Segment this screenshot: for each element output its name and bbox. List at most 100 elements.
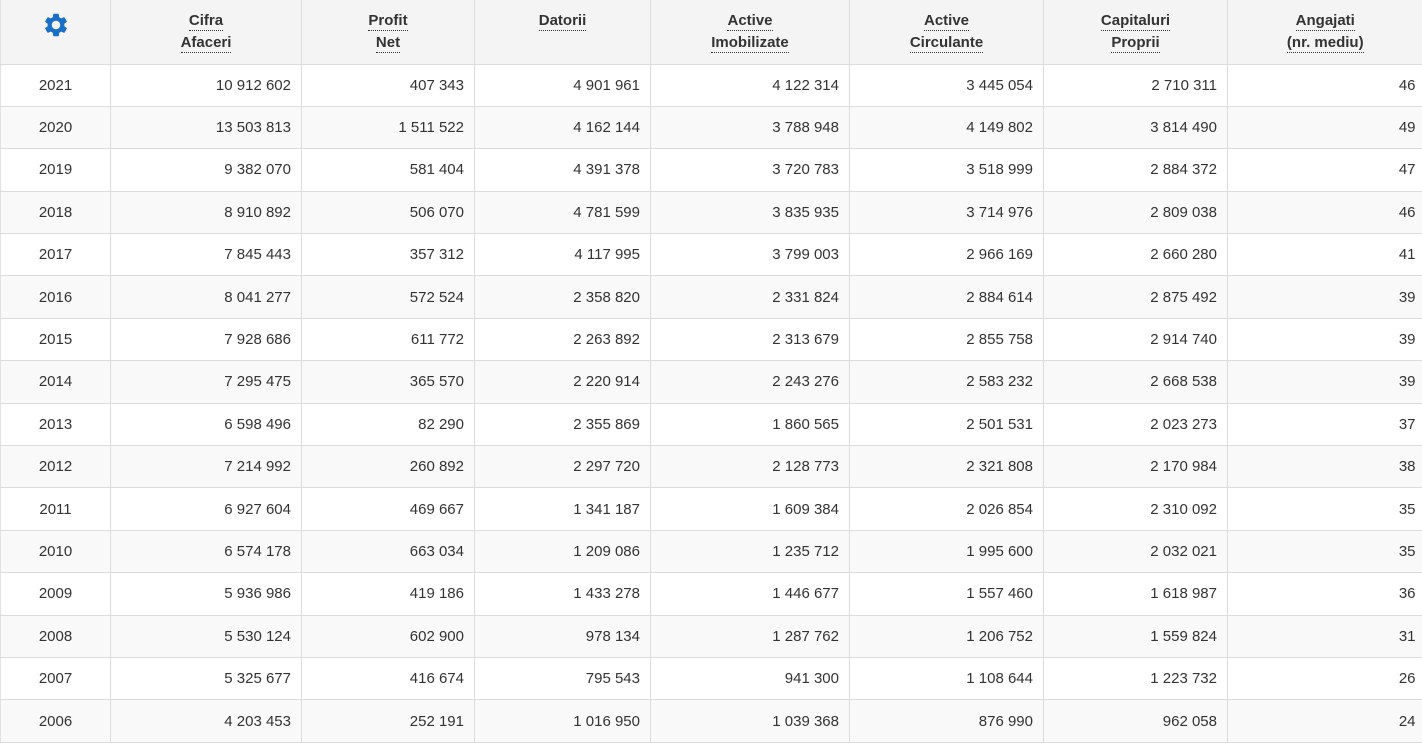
value-cell: 2 966 169 (850, 234, 1044, 276)
value-cell: 1 235 712 (651, 530, 850, 572)
value-cell: 46 (1228, 64, 1422, 106)
year-cell: 2021 (1, 64, 111, 106)
table-row: 202013 503 8131 511 5224 162 1443 788 94… (1, 106, 1422, 148)
year-cell: 2011 (1, 488, 111, 530)
year-cell: 2009 (1, 573, 111, 615)
value-cell: 1 609 384 (651, 488, 850, 530)
value-cell: 1 016 950 (475, 700, 651, 742)
value-cell: 6 574 178 (111, 530, 302, 572)
column-header[interactable]: Profit Net (302, 0, 475, 64)
value-cell: 10 912 602 (111, 64, 302, 106)
table-row: 20075 325 677416 674795 543941 3001 108 … (1, 657, 1422, 699)
value-cell: 1 108 644 (850, 657, 1044, 699)
value-cell: 2 032 021 (1044, 530, 1228, 572)
table-row: 20085 530 124602 900978 1341 287 7621 20… (1, 615, 1422, 657)
value-cell: 416 674 (302, 657, 475, 699)
value-cell: 6 927 604 (111, 488, 302, 530)
year-cell: 2010 (1, 530, 111, 572)
table-row: 20177 845 443357 3124 117 9953 799 0032 … (1, 234, 1422, 276)
value-cell: 4 203 453 (111, 700, 302, 742)
value-cell: 357 312 (302, 234, 475, 276)
value-cell: 795 543 (475, 657, 651, 699)
year-cell: 2016 (1, 276, 111, 318)
value-cell: 37 (1228, 403, 1422, 445)
column-header[interactable]: Active Imobilizate (651, 0, 850, 64)
table-row: 20147 295 475365 5702 220 9142 243 2762 … (1, 361, 1422, 403)
table-row: 20095 936 986419 1861 433 2781 446 6771 … (1, 573, 1422, 615)
value-cell: 602 900 (302, 615, 475, 657)
value-cell: 5 325 677 (111, 657, 302, 699)
value-cell: 1 618 987 (1044, 573, 1228, 615)
column-header[interactable]: Datorii (475, 0, 651, 64)
value-cell: 2 321 808 (850, 446, 1044, 488)
value-cell: 506 070 (302, 191, 475, 233)
value-cell: 2 809 038 (1044, 191, 1228, 233)
value-cell: 7 928 686 (111, 318, 302, 360)
value-cell: 8 910 892 (111, 191, 302, 233)
column-header-line2: Circulante (910, 34, 983, 53)
value-cell: 2 297 720 (475, 446, 651, 488)
value-cell: 31 (1228, 615, 1422, 657)
value-cell: 941 300 (651, 657, 850, 699)
financial-data-table: Cifra Afaceri Profit Net Datorii Active … (0, 0, 1422, 743)
value-cell: 2 026 854 (850, 488, 1044, 530)
value-cell: 24 (1228, 700, 1422, 742)
column-header[interactable]: Cifra Afaceri (111, 0, 302, 64)
value-cell: 252 191 (302, 700, 475, 742)
value-cell: 978 134 (475, 615, 651, 657)
column-header-line1: Capitaluri (1101, 12, 1170, 31)
value-cell: 1 433 278 (475, 573, 651, 615)
value-cell: 41 (1228, 234, 1422, 276)
value-cell: 3 788 948 (651, 106, 850, 148)
table-body: 202110 912 602407 3434 901 9614 122 3143… (1, 64, 1422, 742)
value-cell: 1 287 762 (651, 615, 850, 657)
value-cell: 5 936 986 (111, 573, 302, 615)
column-header-line1: Profit (368, 12, 407, 31)
value-cell: 35 (1228, 488, 1422, 530)
column-header-line1: Angajati (1296, 12, 1355, 31)
value-cell: 3 445 054 (850, 64, 1044, 106)
column-header-line1: Cifra (189, 12, 223, 31)
value-cell: 6 598 496 (111, 403, 302, 445)
header-row: Cifra Afaceri Profit Net Datorii Active … (1, 0, 1422, 64)
value-cell: 1 559 824 (1044, 615, 1228, 657)
year-cell: 2014 (1, 361, 111, 403)
value-cell: 1 039 368 (651, 700, 850, 742)
column-header-line1: Datorii (539, 12, 587, 31)
value-cell: 47 (1228, 149, 1422, 191)
value-cell: 611 772 (302, 318, 475, 360)
value-cell: 407 343 (302, 64, 475, 106)
year-cell: 2012 (1, 446, 111, 488)
value-cell: 1 511 522 (302, 106, 475, 148)
value-cell: 39 (1228, 318, 1422, 360)
value-cell: 365 570 (302, 361, 475, 403)
value-cell: 1 209 086 (475, 530, 651, 572)
column-header-line1: Active (924, 12, 969, 31)
value-cell: 2 884 614 (850, 276, 1044, 318)
column-header-line2: Afaceri (181, 34, 232, 53)
value-cell: 3 835 935 (651, 191, 850, 233)
value-cell: 2 358 820 (475, 276, 651, 318)
value-cell: 876 990 (850, 700, 1044, 742)
value-cell: 2 668 538 (1044, 361, 1228, 403)
value-cell: 2 884 372 (1044, 149, 1228, 191)
column-header[interactable]: Active Circulante (850, 0, 1044, 64)
table-row: 20168 041 277572 5242 358 8202 331 8242 … (1, 276, 1422, 318)
value-cell: 663 034 (302, 530, 475, 572)
value-cell: 1 446 677 (651, 573, 850, 615)
value-cell: 1 860 565 (651, 403, 850, 445)
column-header-line1: Active (727, 12, 772, 31)
value-cell: 26 (1228, 657, 1422, 699)
gear-icon[interactable] (42, 11, 70, 46)
value-cell: 2 331 824 (651, 276, 850, 318)
column-header[interactable]: Angajati (nr. mediu) (1228, 0, 1422, 64)
value-cell: 5 530 124 (111, 615, 302, 657)
column-header[interactable]: Capitaluri Proprii (1044, 0, 1228, 64)
year-cell: 2020 (1, 106, 111, 148)
value-cell: 2 128 773 (651, 446, 850, 488)
value-cell: 3 518 999 (850, 149, 1044, 191)
value-cell: 2 170 984 (1044, 446, 1228, 488)
value-cell: 4 901 961 (475, 64, 651, 106)
value-cell: 13 503 813 (111, 106, 302, 148)
value-cell: 7 845 443 (111, 234, 302, 276)
